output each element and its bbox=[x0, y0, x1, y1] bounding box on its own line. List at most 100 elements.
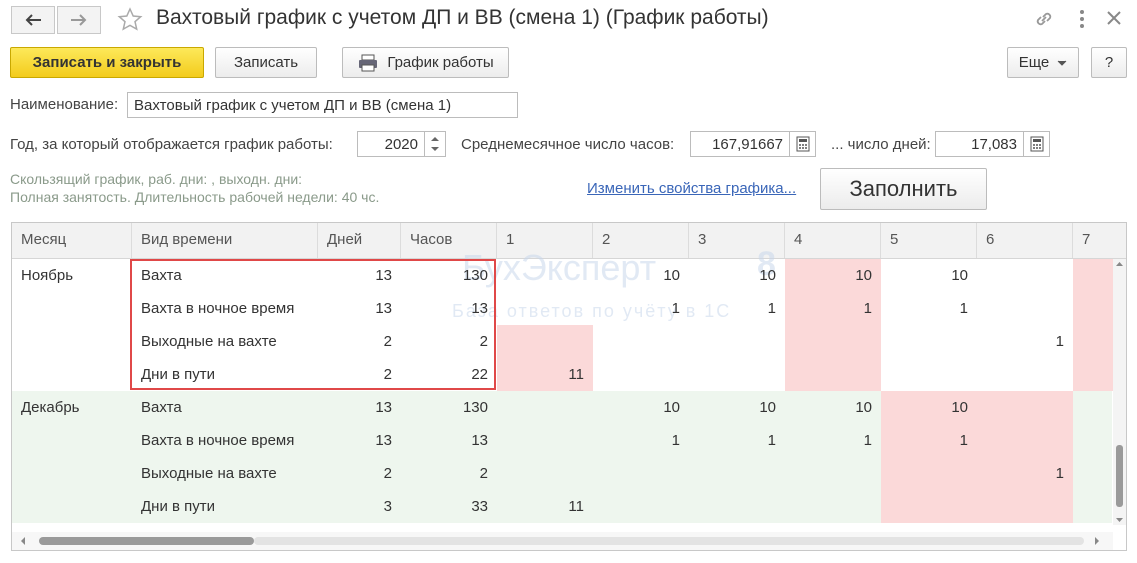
days-field[interactable] bbox=[935, 131, 1024, 157]
table-row[interactable]: Вахта в ночное время 13 13 1 1 1 1 bbox=[12, 424, 1112, 457]
day-7-cell[interactable] bbox=[1073, 325, 1113, 358]
day-3-cell[interactable] bbox=[689, 358, 785, 391]
day-1-cell[interactable] bbox=[497, 325, 593, 358]
hours-cell[interactable]: 2 bbox=[401, 457, 497, 490]
hours-cell[interactable]: 33 bbox=[401, 490, 497, 523]
scroll-right-icon[interactable] bbox=[1092, 532, 1102, 550]
day-5-cell[interactable]: 10 bbox=[881, 259, 977, 292]
day-7-cell[interactable] bbox=[1073, 292, 1113, 325]
time-type-cell[interactable]: Вахта в ночное время bbox=[132, 424, 318, 457]
column-header-day-4[interactable]: 4 bbox=[785, 223, 881, 258]
day-2-cell[interactable]: 1 bbox=[593, 424, 689, 457]
day-2-cell[interactable]: 10 bbox=[593, 391, 689, 424]
days-cell[interactable]: 13 bbox=[318, 424, 401, 457]
hours-cell[interactable]: 130 bbox=[401, 391, 497, 424]
column-header-day-6[interactable]: 6 bbox=[977, 223, 1073, 258]
day-2-cell[interactable] bbox=[593, 457, 689, 490]
day-5-cell[interactable] bbox=[881, 490, 977, 523]
column-header-day-7[interactable]: 7 bbox=[1073, 223, 1126, 258]
name-input[interactable] bbox=[127, 92, 518, 118]
day-2-cell[interactable] bbox=[593, 358, 689, 391]
day-4-cell[interactable] bbox=[785, 325, 881, 358]
help-button[interactable]: ? bbox=[1091, 47, 1127, 78]
table-row[interactable]: Декабрь Вахта 13 130 10 10 10 10 bbox=[12, 391, 1112, 424]
day-4-cell[interactable]: 1 bbox=[785, 424, 881, 457]
close-icon[interactable] bbox=[1106, 10, 1122, 31]
day-7-cell[interactable] bbox=[1073, 424, 1113, 457]
horizontal-scrollbar[interactable] bbox=[12, 532, 1113, 550]
vertical-scrollbar[interactable] bbox=[1113, 259, 1126, 525]
more-menu-icon[interactable] bbox=[1078, 9, 1086, 34]
forward-button[interactable] bbox=[57, 6, 101, 34]
day-4-cell[interactable]: 1 bbox=[785, 292, 881, 325]
day-7-cell[interactable] bbox=[1073, 490, 1113, 523]
day-4-cell[interactable]: 10 bbox=[785, 391, 881, 424]
day-6-cell[interactable] bbox=[977, 424, 1073, 457]
day-6-cell[interactable] bbox=[977, 358, 1073, 391]
time-type-cell[interactable]: Выходные на вахте bbox=[132, 457, 318, 490]
column-header-days[interactable]: Дней bbox=[318, 223, 401, 258]
year-stepper[interactable] bbox=[357, 131, 425, 157]
days-cell[interactable]: 3 bbox=[318, 490, 401, 523]
days-calculator-button[interactable] bbox=[1024, 131, 1050, 157]
day-6-cell[interactable] bbox=[977, 391, 1073, 424]
day-3-cell[interactable] bbox=[689, 325, 785, 358]
scroll-down-icon[interactable] bbox=[1113, 515, 1126, 525]
day-2-cell[interactable] bbox=[593, 490, 689, 523]
time-type-cell[interactable]: Вахта bbox=[132, 391, 318, 424]
day-1-cell[interactable] bbox=[497, 259, 593, 292]
hours-cell[interactable]: 13 bbox=[401, 424, 497, 457]
avg-hours-field[interactable] bbox=[690, 131, 790, 157]
link-icon[interactable] bbox=[1033, 8, 1055, 35]
month-cell-empty[interactable] bbox=[12, 325, 132, 358]
day-5-cell[interactable]: 1 bbox=[881, 292, 977, 325]
column-header-time-type[interactable]: Вид времени bbox=[132, 223, 318, 258]
back-button[interactable] bbox=[11, 6, 55, 34]
day-3-cell[interactable] bbox=[689, 490, 785, 523]
year-spin-buttons[interactable] bbox=[424, 131, 446, 157]
day-3-cell[interactable]: 10 bbox=[689, 391, 785, 424]
month-cell-empty[interactable] bbox=[12, 424, 132, 457]
day-4-cell[interactable] bbox=[785, 358, 881, 391]
day-5-cell[interactable]: 10 bbox=[881, 391, 977, 424]
scroll-up-icon[interactable] bbox=[1113, 259, 1126, 269]
month-cell-empty[interactable] bbox=[12, 457, 132, 490]
month-cell-empty[interactable] bbox=[12, 292, 132, 325]
day-3-cell[interactable]: 10 bbox=[689, 259, 785, 292]
fill-button[interactable]: Заполнить bbox=[820, 168, 987, 210]
day-3-cell[interactable]: 1 bbox=[689, 424, 785, 457]
day-4-cell[interactable] bbox=[785, 490, 881, 523]
day-7-cell[interactable] bbox=[1073, 391, 1113, 424]
favorite-star-icon[interactable] bbox=[116, 6, 144, 39]
vertical-scroll-thumb[interactable] bbox=[1116, 445, 1123, 507]
day-3-cell[interactable]: 1 bbox=[689, 292, 785, 325]
day-1-cell[interactable]: 11 bbox=[497, 490, 593, 523]
day-6-cell[interactable] bbox=[977, 292, 1073, 325]
save-and-close-button[interactable]: Записать и закрыть bbox=[10, 47, 204, 78]
day-7-cell[interactable] bbox=[1073, 457, 1113, 490]
day-1-cell[interactable] bbox=[497, 424, 593, 457]
day-2-cell[interactable] bbox=[593, 325, 689, 358]
day-5-cell[interactable] bbox=[881, 325, 977, 358]
horizontal-scroll-thumb[interactable] bbox=[39, 537, 254, 545]
day-4-cell[interactable]: 10 bbox=[785, 259, 881, 292]
day-3-cell[interactable] bbox=[689, 457, 785, 490]
day-6-cell[interactable] bbox=[977, 490, 1073, 523]
scroll-left-icon[interactable] bbox=[18, 532, 28, 550]
days-cell[interactable]: 13 bbox=[318, 391, 401, 424]
more-button[interactable]: Еще bbox=[1007, 47, 1079, 78]
month-cell[interactable]: Ноябрь bbox=[12, 259, 132, 292]
day-2-cell[interactable]: 1 bbox=[593, 292, 689, 325]
day-5-cell[interactable] bbox=[881, 457, 977, 490]
month-cell[interactable]: Декабрь bbox=[12, 391, 132, 424]
day-1-cell[interactable]: 11 bbox=[497, 358, 593, 391]
day-1-cell[interactable] bbox=[497, 457, 593, 490]
day-4-cell[interactable] bbox=[785, 457, 881, 490]
day-5-cell[interactable]: 1 bbox=[881, 424, 977, 457]
day-2-cell[interactable]: 10 bbox=[593, 259, 689, 292]
avg-hours-calculator-button[interactable] bbox=[790, 131, 816, 157]
month-cell-empty[interactable] bbox=[12, 490, 132, 523]
day-5-cell[interactable] bbox=[881, 358, 977, 391]
day-7-cell[interactable] bbox=[1073, 259, 1113, 292]
column-header-day-5[interactable]: 5 bbox=[881, 223, 977, 258]
